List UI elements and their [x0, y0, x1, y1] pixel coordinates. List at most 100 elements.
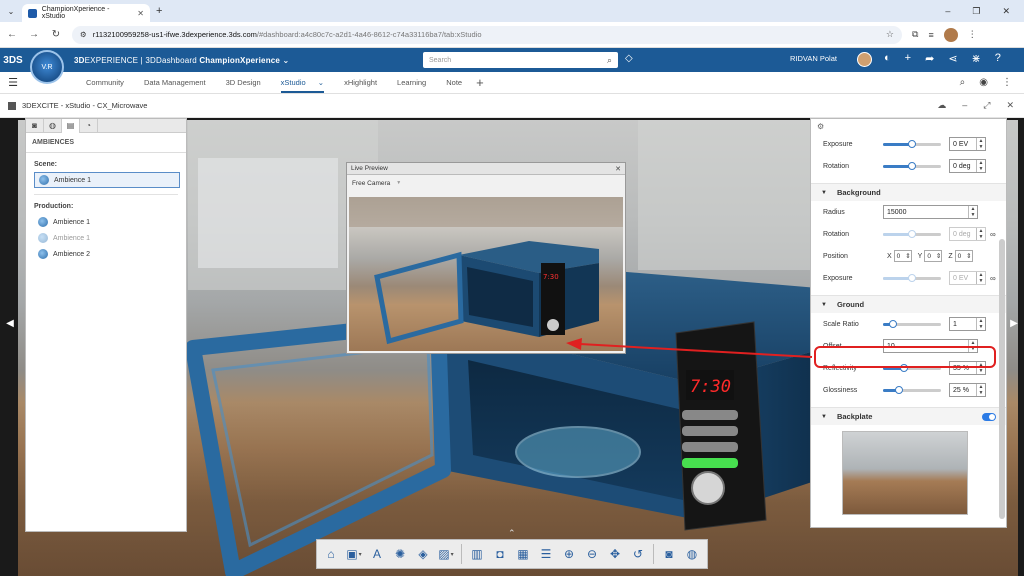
browser-tab[interactable]: ChampionXperience - xStudio ✕ — [22, 4, 150, 22]
zoom-out-icon[interactable]: ⊖ — [582, 544, 602, 564]
tab-community[interactable]: Community — [86, 78, 124, 87]
collapse-icon[interactable]: ▼ — [821, 190, 827, 196]
materials-icon[interactable]: ✺ — [390, 544, 410, 564]
collapse-icon[interactable]: ▼ — [821, 302, 827, 308]
add-tab-icon[interactable]: + — [476, 75, 484, 90]
book-icon[interactable]: ▥ — [467, 544, 487, 564]
reload-icon[interactable]: ↻ — [50, 29, 62, 40]
maximize-app-icon[interactable]: ⤢ — [983, 100, 990, 111]
production-ambience-item[interactable]: Ambience 1 — [38, 214, 186, 230]
site-info-icon[interactable]: ⚙ — [80, 30, 87, 39]
bg-rotation-slider[interactable] — [883, 229, 941, 238]
scale-slider[interactable] — [883, 319, 941, 328]
pos-y-field[interactable]: 0 ⇕ — [924, 250, 943, 262]
close-app-icon[interactable]: ✕ — [1006, 100, 1014, 111]
bg-exposure-stepper[interactable]: 0 EV ▲ ▼ — [949, 271, 986, 285]
stepper-arrows-icon[interactable]: ▲ ▼ — [976, 272, 985, 284]
radius-stepper[interactable]: 15000 ▲ ▼ — [883, 205, 978, 219]
production-ambience-item[interactable]: Ambience 1 — [38, 230, 186, 246]
glossiness-slider[interactable] — [883, 385, 941, 394]
new-tab-button[interactable]: + — [156, 5, 162, 17]
lights-tab-icon[interactable]: ◍ — [44, 118, 62, 133]
search-input[interactable]: Search ⌕ — [423, 52, 618, 68]
close-window-icon[interactable]: ✕ — [1002, 6, 1010, 17]
dashboard-name[interactable]: ChampionXperience — [197, 56, 280, 65]
layers-icon[interactable]: ▦ — [513, 544, 533, 564]
extensions-icon[interactable]: ⧉ — [912, 29, 918, 40]
pos-x-field[interactable]: 0 ⇕ — [893, 250, 912, 262]
forward-icon[interactable]: → — [28, 29, 40, 40]
settings-tab-icon[interactable]: ◔ — [80, 118, 98, 133]
tab-xstudio[interactable]: xStudio ⌄ — [280, 78, 325, 93]
tab-xhighlight[interactable]: xHighlight — [344, 78, 377, 87]
close-preview-icon[interactable]: ✕ — [615, 165, 621, 173]
3d-viewport[interactable]: ◀ ▶ 7:30 ◙ ◍ ▤ ◔ AMBIENCES Scene: Ambien… — [0, 118, 1024, 576]
tab-chevron-icon[interactable]: ⌄ — [318, 78, 324, 87]
cloud-icon[interactable]: ☁ — [937, 100, 946, 111]
panel-scrollbar[interactable] — [999, 239, 1005, 519]
scene-ambience-item[interactable]: Ambience 1 — [34, 172, 180, 188]
profile-avatar[interactable] — [943, 27, 958, 42]
zoom-in-icon[interactable]: ⊕ — [559, 544, 579, 564]
hamburger-menu-icon[interactable]: ☰ — [0, 76, 26, 89]
scale-stepper[interactable]: 1 ▲ ▼ — [949, 317, 986, 331]
camera-select[interactable]: Free Camera ▼ — [347, 175, 625, 191]
stepper-arrows-icon[interactable]: ▲ ▼ — [976, 384, 985, 396]
rotate-icon[interactable]: ↺ — [628, 544, 648, 564]
browser-menu-icon[interactable]: ⋮ — [968, 29, 977, 40]
collapse-icon[interactable]: ▼ — [821, 414, 827, 420]
panel-options-icon[interactable]: ⚙ — [811, 119, 1006, 133]
exposure-stepper[interactable]: 0 EV ▲ ▼ — [949, 137, 986, 151]
image-icon[interactable]: ▨ — [436, 544, 456, 564]
backplate-thumbnail[interactable] — [842, 431, 968, 515]
ambience-tab-icon[interactable]: ▤ — [62, 118, 80, 133]
search-icon[interactable]: ⌕ — [607, 55, 612, 66]
media-icon[interactable]: ≡ — [928, 30, 933, 40]
rotation-stepper[interactable]: 0 deg ▲ ▼ — [949, 159, 986, 173]
pan-icon[interactable]: ✥ — [605, 544, 625, 564]
camera-tab-icon[interactable]: ◙ — [26, 118, 44, 133]
home-icon[interactable]: ⌂ — [321, 544, 341, 564]
minimize-app-icon[interactable]: – — [962, 100, 967, 111]
dashboard-chevron-icon[interactable]: ⌄ — [283, 56, 290, 65]
globe-icon[interactable]: ◍ — [682, 544, 702, 564]
social-icon[interactable]: ⋖ — [948, 52, 957, 65]
tab-search-icon[interactable]: ⌄ — [0, 0, 22, 22]
address-bar[interactable]: ⚙ r1132100959258-us1-ifwe.3dexperience.3… — [72, 25, 902, 44]
view-icon[interactable]: ◉ — [979, 77, 988, 88]
notifications-icon[interactable]: ◐ — [884, 52, 891, 65]
close-tab-icon[interactable]: ✕ — [137, 9, 144, 18]
camera-icon[interactable]: ◙ — [659, 544, 679, 564]
glossiness-stepper[interactable]: 25 % ▲ ▼ — [949, 383, 986, 397]
list-icon[interactable]: ☰ — [536, 544, 556, 564]
restore-window-icon[interactable]: ❐ — [972, 6, 980, 17]
exposure-slider[interactable] — [883, 139, 941, 148]
tag-icon[interactable]: ◇ — [625, 53, 633, 64]
minimize-window-icon[interactable]: – — [945, 6, 950, 17]
backplate-toggle[interactable] — [982, 412, 996, 421]
add-icon[interactable]: + — [905, 52, 911, 65]
bg-exposure-slider[interactable] — [883, 273, 941, 282]
backplate-section-header[interactable]: ▼ Backplate — [811, 407, 1006, 425]
apps-icon[interactable]: ⋇ — [972, 52, 981, 65]
share-icon[interactable]: ➦ — [925, 52, 934, 65]
avatar[interactable] — [857, 52, 872, 67]
collapse-left-icon[interactable]: ◀ — [4, 318, 16, 332]
save-icon[interactable]: ▣ — [344, 544, 364, 564]
text-icon[interactable]: A — [367, 544, 387, 564]
collapse-right-icon[interactable]: ▶ — [1008, 318, 1020, 332]
rotation-slider[interactable] — [883, 161, 941, 170]
bg-rotation-stepper[interactable]: 0 deg ▲ ▼ — [949, 227, 986, 241]
search-people-icon[interactable]: ⌕ — [960, 77, 966, 88]
view-icon[interactable]: ◘ — [490, 544, 510, 564]
back-icon[interactable]: ← — [6, 29, 18, 40]
live-preview-window[interactable]: Live Preview ✕ Free Camera ▼ 7:30 — [346, 162, 626, 354]
background-section-header[interactable]: ▼ Background — [811, 183, 1006, 201]
tab-data-management[interactable]: Data Management — [144, 78, 206, 87]
stepper-arrows-icon[interactable]: ▲ ▼ — [976, 228, 985, 240]
stepper-arrows-icon[interactable]: ▲ ▼ — [976, 138, 985, 150]
stepper-arrows-icon[interactable]: ▲ ▼ — [968, 206, 977, 218]
help-icon[interactable]: ? — [995, 52, 1001, 65]
tab-note[interactable]: Note — [446, 78, 462, 87]
production-ambience-item[interactable]: Ambience 2 — [38, 246, 186, 262]
